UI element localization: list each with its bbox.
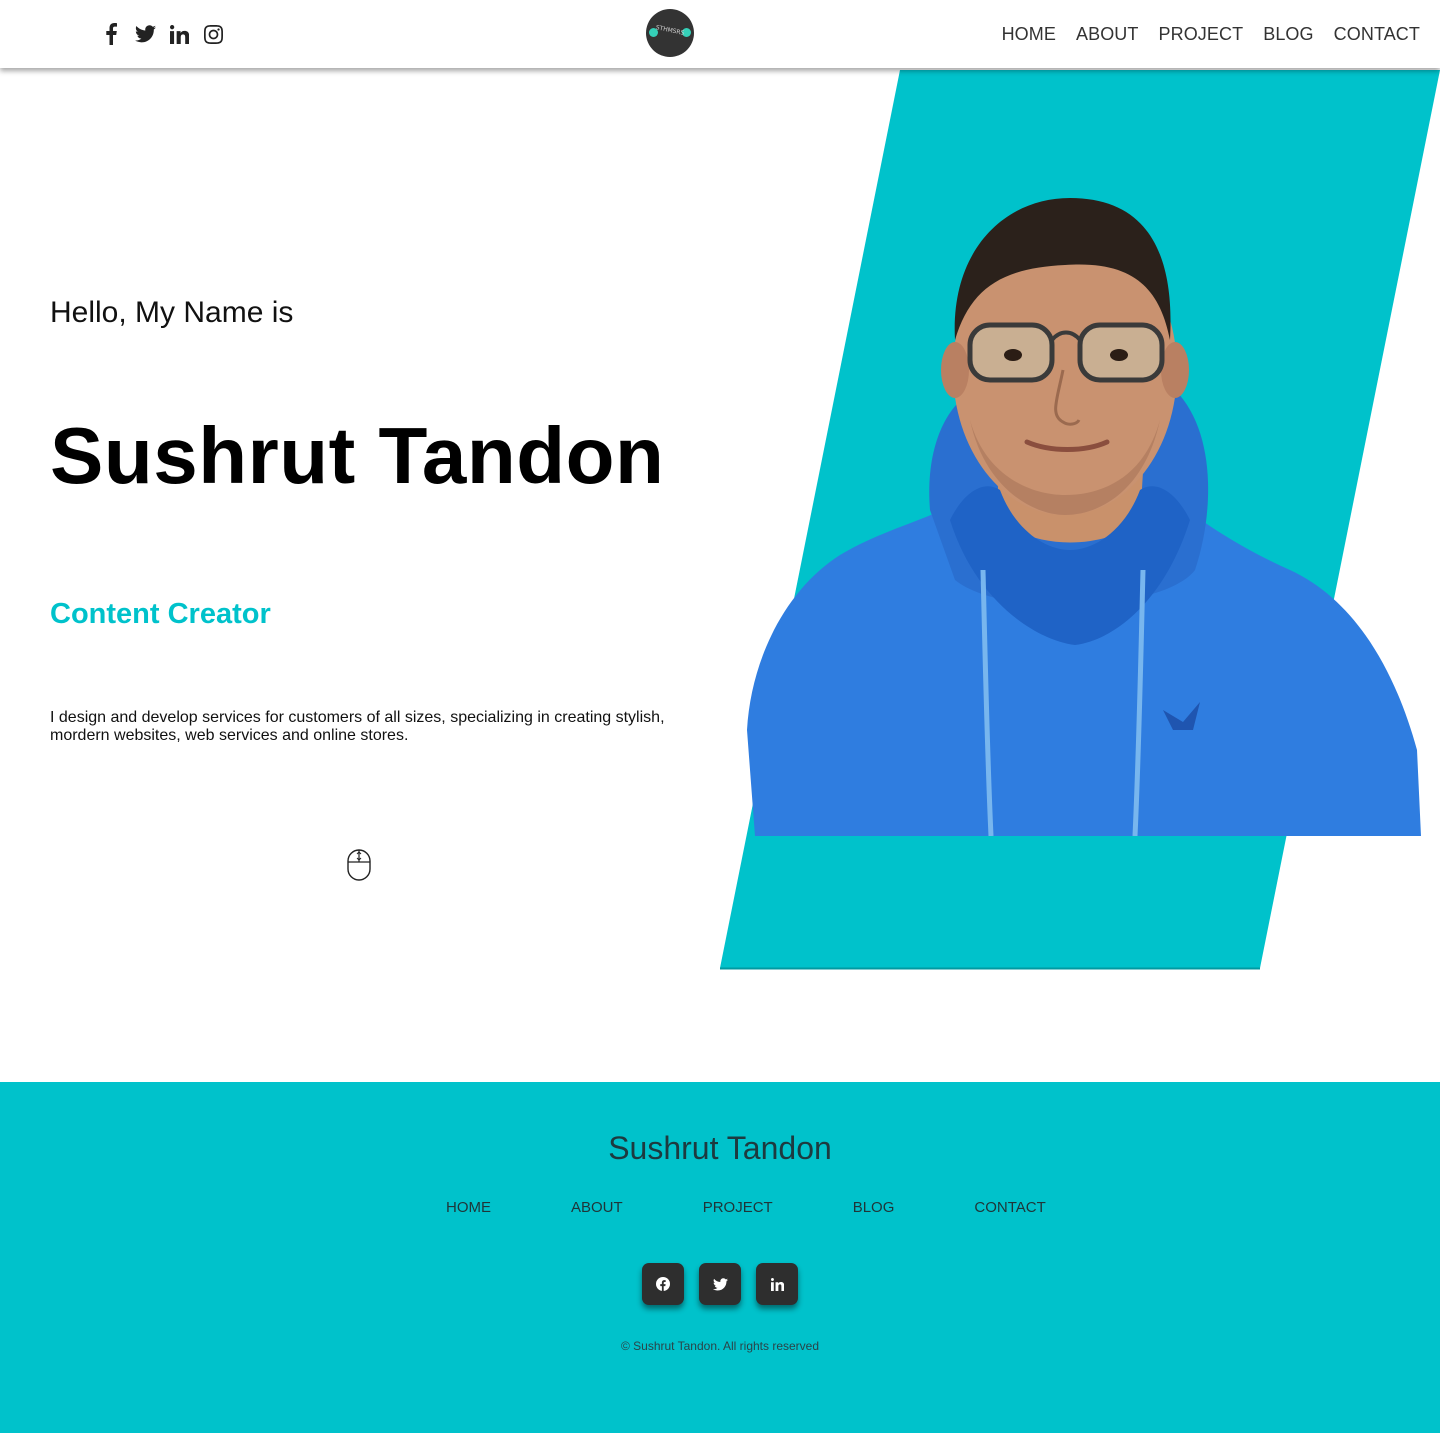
twitter-icon: [712, 1277, 728, 1290]
nav-blog[interactable]: BLOG: [1263, 24, 1313, 45]
footer-nav-project[interactable]: PROJECT: [703, 1199, 773, 1216]
site-footer: Sushrut Tandon HOME ABOUT PROJECT BLOG C…: [0, 1082, 1440, 1433]
footer-twitter-button[interactable]: [699, 1263, 741, 1305]
hero-description: I design and develop services for custom…: [50, 709, 665, 744]
footer-nav-about[interactable]: ABOUT: [571, 1199, 623, 1216]
footer-facebook-button[interactable]: [642, 1263, 684, 1305]
mouse-scroll-icon[interactable]: [347, 849, 371, 881]
nav-about[interactable]: ABOUT: [1076, 24, 1139, 45]
hero-name: Sushrut Tandon: [50, 411, 665, 500]
footer-copyright: © Sushrut Tandon. All rights reserved: [620, 1339, 820, 1353]
header-social-links: [100, 22, 224, 46]
footer-nav: HOME ABOUT PROJECT BLOG CONTACT: [446, 1199, 1046, 1216]
nav-contact[interactable]: CONTACT: [1334, 24, 1420, 45]
linkedin-icon: [770, 1277, 784, 1291]
footer-social-links: [642, 1263, 798, 1305]
header-nav: HOME ABOUT PROJECT BLOG CONTACT: [1002, 24, 1420, 45]
linkedin-icon[interactable]: [168, 22, 190, 46]
nav-home[interactable]: HOME: [1002, 24, 1056, 45]
facebook-icon[interactable]: [100, 22, 122, 46]
site-header: STHMSRS HOME ABOUT PROJECT BLOG CONTACT: [0, 0, 1440, 68]
footer-nav-home[interactable]: HOME: [446, 1199, 491, 1216]
footer-title: Sushrut Tandon: [608, 1130, 832, 1166]
profile-portrait: [747, 198, 1421, 836]
logo-text: STHMSRS: [655, 24, 685, 37]
nav-project[interactable]: PROJECT: [1159, 24, 1244, 45]
footer-nav-contact[interactable]: CONTACT: [974, 1199, 1045, 1216]
instagram-icon[interactable]: [202, 22, 224, 46]
site-logo[interactable]: STHMSRS: [646, 9, 694, 57]
twitter-icon[interactable]: [134, 22, 156, 46]
footer-linkedin-button[interactable]: [756, 1263, 798, 1305]
facebook-icon: [656, 1277, 670, 1291]
hero-role: Content Creator: [50, 598, 271, 630]
footer-nav-blog[interactable]: BLOG: [853, 1199, 895, 1216]
hero-greeting: Hello, My Name is: [50, 296, 294, 329]
